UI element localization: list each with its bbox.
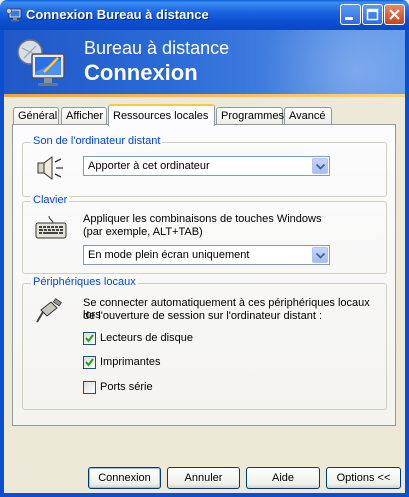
maximize-button[interactable] [362, 4, 383, 25]
tab-ressources-locales[interactable]: Ressources locales [108, 104, 215, 126]
minimize-icon [345, 17, 353, 20]
tab-label: Avancé [289, 110, 326, 122]
local-devices-group-legend: Périphériques locaux [31, 276, 138, 288]
keyboard-select-value: En mode plein écran uniquement [88, 249, 250, 261]
remote-desktop-icon [6, 8, 22, 22]
minimize-button[interactable] [340, 4, 361, 25]
close-button[interactable] [384, 4, 405, 25]
check-icon [85, 358, 94, 367]
sound-select[interactable]: Apporter à cet ordinateur [83, 156, 330, 176]
printers-label: Imprimantes [100, 356, 161, 368]
serial-ports-checkbox[interactable] [83, 381, 96, 394]
disk-drives-checkbox[interactable] [83, 332, 96, 345]
local-devices-group: Périphériques locaux Se connecter automa… [22, 276, 387, 410]
check-icon [85, 334, 94, 343]
serial-ports-label: Ports série [100, 381, 153, 393]
title-bar[interactable]: Connexion Bureau à distance [0, 0, 409, 30]
sound-select-value: Apporter à cet ordinateur [88, 160, 210, 172]
keyboard-description-line1: Appliquer les combinaisons de touches Wi… [83, 213, 322, 225]
plug-icon [36, 298, 62, 323]
keyboard-description-line2: (par exemple, ALT+TAB) [83, 226, 203, 238]
close-icon [389, 9, 400, 20]
tab-label: Afficher [66, 110, 104, 122]
chevron-down-icon[interactable] [312, 158, 328, 174]
keyboard-group: Clavier Appliquer les combinaisons de to… [22, 194, 387, 274]
tab-general[interactable]: Général [13, 107, 59, 125]
keyboard-group-legend: Clavier [31, 194, 70, 206]
banner-title: Connexion [84, 60, 198, 85]
tab-label: Général [18, 110, 58, 122]
banner-subtitle: Bureau à distance [84, 38, 230, 58]
maximize-icon [366, 8, 379, 21]
tab-label: Ressources locales [113, 110, 209, 122]
keyboard-icon [35, 215, 67, 239]
banner-accent-line [4, 94, 405, 97]
tab-programmes[interactable]: Programmes [216, 107, 284, 125]
tab-label: Programmes [221, 110, 284, 122]
window-title: Connexion Bureau à distance [26, 7, 209, 22]
tab-panel-ressources-locales: Son de l'ordinateur distant Apporter à c… [12, 124, 396, 426]
devices-description-line2: de l'ouverture de session sur l'ordinate… [83, 310, 322, 322]
keyboard-select[interactable]: En mode plein écran uniquement [83, 245, 330, 265]
cancel-button[interactable]: Annuler [167, 467, 240, 489]
printers-checkbox[interactable] [83, 356, 96, 369]
tab-afficher[interactable]: Afficher [61, 107, 107, 125]
help-button[interactable]: Aide [246, 467, 320, 489]
connect-button[interactable]: Connexion [88, 467, 161, 489]
remote-desktop-logo-icon [17, 39, 65, 86]
banner: Bureau à distance Connexion [4, 30, 405, 94]
sound-group-legend: Son de l'ordinateur distant [31, 135, 163, 147]
options-button[interactable]: Options << [326, 467, 401, 489]
speaker-icon [37, 156, 63, 180]
sound-group: Son de l'ordinateur distant Apporter à c… [22, 135, 387, 197]
disk-drives-label: Lecteurs de disque [100, 332, 193, 344]
chevron-down-icon[interactable] [312, 247, 328, 263]
tab-avance[interactable]: Avancé [284, 107, 332, 125]
